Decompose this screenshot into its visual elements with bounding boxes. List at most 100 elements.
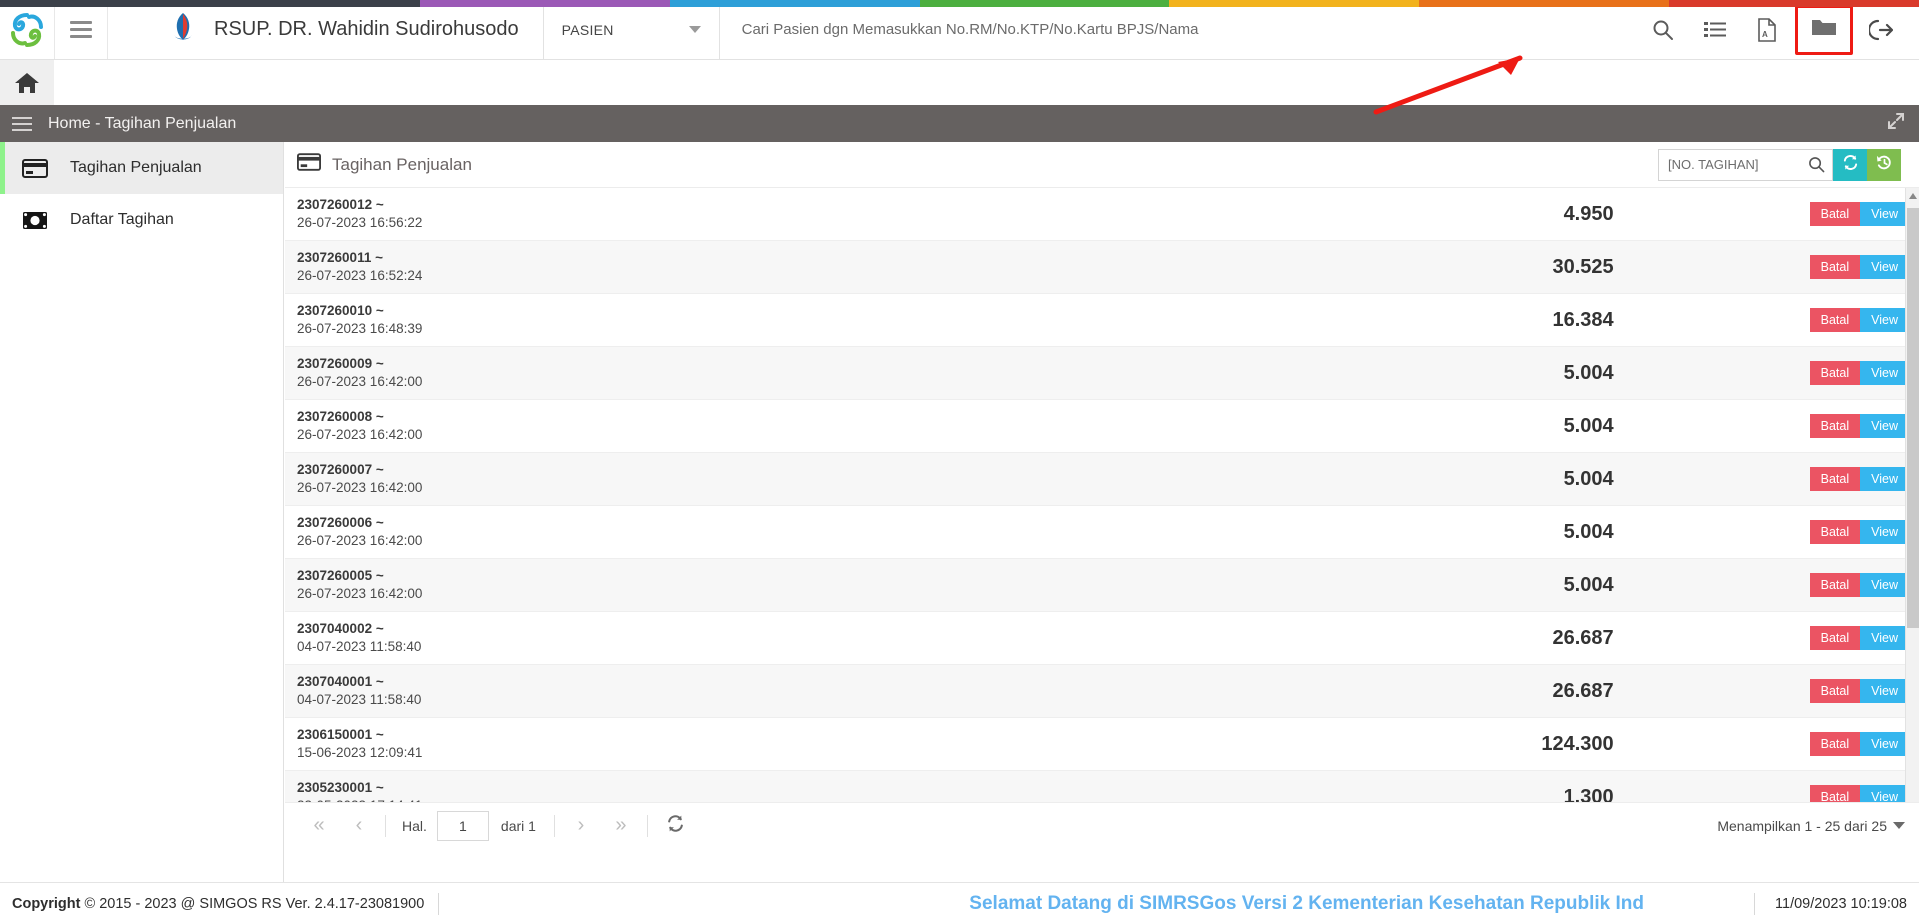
table-row[interactable]: 2306150001 ~ 15-06-2023 12:09:41 124.300 Ba… bbox=[285, 718, 1919, 771]
topbar-actions: A bbox=[1639, 4, 1919, 55]
row-info: 2307040002 ~ 04-07-2023 11:58:40 bbox=[297, 620, 717, 656]
pagination-refresh-button[interactable] bbox=[666, 814, 685, 838]
pdf-file-icon[interactable]: A bbox=[1743, 6, 1791, 54]
hospital-identity: RSUP. DR. Wahidin Sudirohusodo bbox=[108, 0, 544, 59]
view-button[interactable]: View bbox=[1860, 467, 1909, 491]
view-button[interactable]: View bbox=[1860, 732, 1909, 756]
batal-button[interactable]: Batal bbox=[1809, 361, 1861, 385]
table-row[interactable]: 2307040002 ~ 04-07-2023 11:58:40 26.687 Bat… bbox=[285, 612, 1919, 665]
prev-page-button[interactable]: ‹ bbox=[339, 811, 379, 841]
table-row[interactable]: 2307260011 ~ 26-07-2023 16:52:24 30.525 Bat… bbox=[285, 241, 1919, 294]
row-datetime: 26-07-2023 16:42:00 bbox=[297, 586, 423, 601]
divider bbox=[553, 814, 555, 837]
loader-segment bbox=[1669, 0, 1919, 7]
view-button[interactable]: View bbox=[1860, 679, 1909, 703]
loader-segment bbox=[919, 0, 1170, 7]
logout-icon[interactable] bbox=[1857, 6, 1905, 54]
view-button[interactable]: View bbox=[1860, 202, 1909, 226]
row-datetime: 26-07-2023 16:48:39 bbox=[297, 321, 423, 336]
scroll-up-icon[interactable] bbox=[1906, 188, 1919, 204]
table-row[interactable]: 2307260010 ~ 26-07-2023 16:48:39 16.384 Bat… bbox=[285, 294, 1919, 347]
copyright-text: Copyright © 2015 - 2023 @ SIMGOS RS Ver.… bbox=[12, 896, 424, 912]
folder-button-wrap[interactable] bbox=[1795, 4, 1853, 55]
footer-status-bar: Copyright © 2015 - 2023 @ SIMGOS RS Ver.… bbox=[0, 882, 1919, 924]
tagihan-search-input[interactable] bbox=[1658, 148, 1833, 181]
row-info: 2307260007 ~ 26-07-2023 16:42:00 bbox=[297, 461, 717, 497]
table-row[interactable]: 2307040001 ~ 04-07-2023 11:58:40 26.687 Bat… bbox=[285, 665, 1919, 718]
view-button[interactable]: View bbox=[1860, 255, 1909, 279]
view-button[interactable]: View bbox=[1860, 573, 1909, 597]
welcome-marquee: Selamat Datang di SIMRSGos Versi 2 Kemen… bbox=[969, 892, 1644, 914]
refresh-button[interactable] bbox=[1833, 148, 1867, 181]
hospital-name: RSUP. DR. Wahidin Sudirohusodo bbox=[214, 18, 519, 40]
row-invoice-number: 2307260005 ~ bbox=[297, 568, 384, 583]
batal-button[interactable]: Batal bbox=[1809, 520, 1861, 544]
row-actions: Batal View bbox=[1809, 202, 1909, 226]
hamburger-icon[interactable] bbox=[54, 0, 108, 59]
simgos-logo-icon[interactable] bbox=[0, 0, 54, 59]
table-row[interactable]: 2305230001 ~ 23-05-2023 17:14:41 1.300 Bata… bbox=[285, 771, 1919, 802]
row-invoice-number: 2307260007 ~ bbox=[297, 462, 384, 477]
menu-icon[interactable] bbox=[12, 113, 32, 135]
folder-icon[interactable] bbox=[1811, 17, 1837, 42]
table-row[interactable]: 2307260009 ~ 26-07-2023 16:42:00 5.004 Bata… bbox=[285, 347, 1919, 400]
row-info: 2305230001 ~ 23-05-2023 17:14:41 bbox=[297, 779, 717, 802]
search-category-dropdown[interactable]: PASIEN bbox=[552, 0, 720, 59]
row-actions: Batal View bbox=[1809, 732, 1909, 756]
vertical-scrollbar[interactable] bbox=[1905, 188, 1919, 802]
batal-button[interactable]: Batal bbox=[1809, 732, 1861, 756]
batal-button[interactable]: Batal bbox=[1809, 308, 1861, 332]
table-row[interactable]: 2307260005 ~ 26-07-2023 16:42:00 5.004 Bata… bbox=[285, 559, 1919, 612]
divider bbox=[438, 892, 440, 915]
vertical-scroll-thumb[interactable] bbox=[1907, 208, 1919, 628]
view-button[interactable]: View bbox=[1860, 414, 1909, 438]
last-page-button[interactable]: » bbox=[601, 811, 641, 841]
expand-arrows-icon[interactable] bbox=[1887, 112, 1905, 135]
batal-button[interactable]: Batal bbox=[1809, 679, 1861, 703]
search-icon[interactable] bbox=[1639, 6, 1687, 54]
view-button[interactable]: View bbox=[1860, 785, 1909, 802]
copyright-label: Copyright bbox=[12, 895, 81, 912]
table-row[interactable]: 2307260007 ~ 26-07-2023 16:42:00 5.004 Bata… bbox=[285, 453, 1919, 506]
batal-button[interactable]: Batal bbox=[1809, 255, 1861, 279]
global-search-input[interactable] bbox=[719, 0, 1639, 59]
row-datetime: 04-07-2023 11:58:40 bbox=[297, 639, 422, 654]
batal-button[interactable]: Batal bbox=[1809, 414, 1861, 438]
row-actions: Batal View bbox=[1809, 520, 1909, 544]
next-page-button[interactable]: › bbox=[561, 811, 601, 841]
row-invoice-number: 2307040001 ~ bbox=[297, 674, 384, 689]
row-amount: 26.687 bbox=[1552, 679, 1614, 702]
view-button[interactable]: View bbox=[1860, 361, 1909, 385]
view-button[interactable]: View bbox=[1860, 626, 1909, 650]
table-row[interactable]: 2307260006 ~ 26-07-2023 16:42:00 5.004 Bata… bbox=[285, 506, 1919, 559]
first-page-button[interactable]: « bbox=[299, 811, 339, 841]
home-row bbox=[0, 60, 1919, 105]
row-amount: 5.004 bbox=[1563, 520, 1614, 543]
chevron-down-icon[interactable] bbox=[1893, 822, 1905, 829]
batal-button[interactable]: Batal bbox=[1809, 626, 1861, 650]
chevron-down-icon bbox=[688, 26, 701, 33]
table-row[interactable]: 2307260012 ~ 26-07-2023 16:56:22 4.950 Bata… bbox=[285, 188, 1919, 241]
batal-button[interactable]: Batal bbox=[1809, 202, 1861, 226]
copyright-symbol: © bbox=[84, 895, 96, 912]
view-button[interactable]: View bbox=[1860, 308, 1909, 332]
tagihan-table: 2307260012 ~ 26-07-2023 16:56:22 4.950 Bata… bbox=[285, 188, 1919, 802]
credit-card-icon bbox=[297, 153, 321, 176]
refresh-icon bbox=[1842, 154, 1859, 176]
sidebar-item-tagihan-penjualan[interactable]: Tagihan Penjualan bbox=[0, 142, 283, 194]
search-category-label: PASIEN bbox=[561, 21, 614, 38]
batal-button[interactable]: Batal bbox=[1809, 785, 1861, 802]
row-info: 2307260006 ~ 26-07-2023 16:42:00 bbox=[297, 514, 717, 550]
credit-card-icon bbox=[22, 158, 52, 178]
page-number-input[interactable] bbox=[436, 810, 489, 841]
home-icon[interactable] bbox=[0, 60, 54, 105]
history-button[interactable] bbox=[1867, 148, 1901, 181]
table-row[interactable]: 2307260008 ~ 26-07-2023 16:42:00 5.004 Bata… bbox=[285, 400, 1919, 453]
view-button[interactable]: View bbox=[1860, 520, 1909, 544]
batal-button[interactable]: Batal bbox=[1809, 573, 1861, 597]
loader-segment bbox=[669, 0, 920, 7]
batal-button[interactable]: Batal bbox=[1809, 467, 1861, 491]
list-icon[interactable] bbox=[1691, 6, 1739, 54]
hospital-logo-icon bbox=[168, 11, 198, 48]
sidebar-item-daftar-tagihan[interactable]: Daftar Tagihan bbox=[0, 194, 283, 246]
